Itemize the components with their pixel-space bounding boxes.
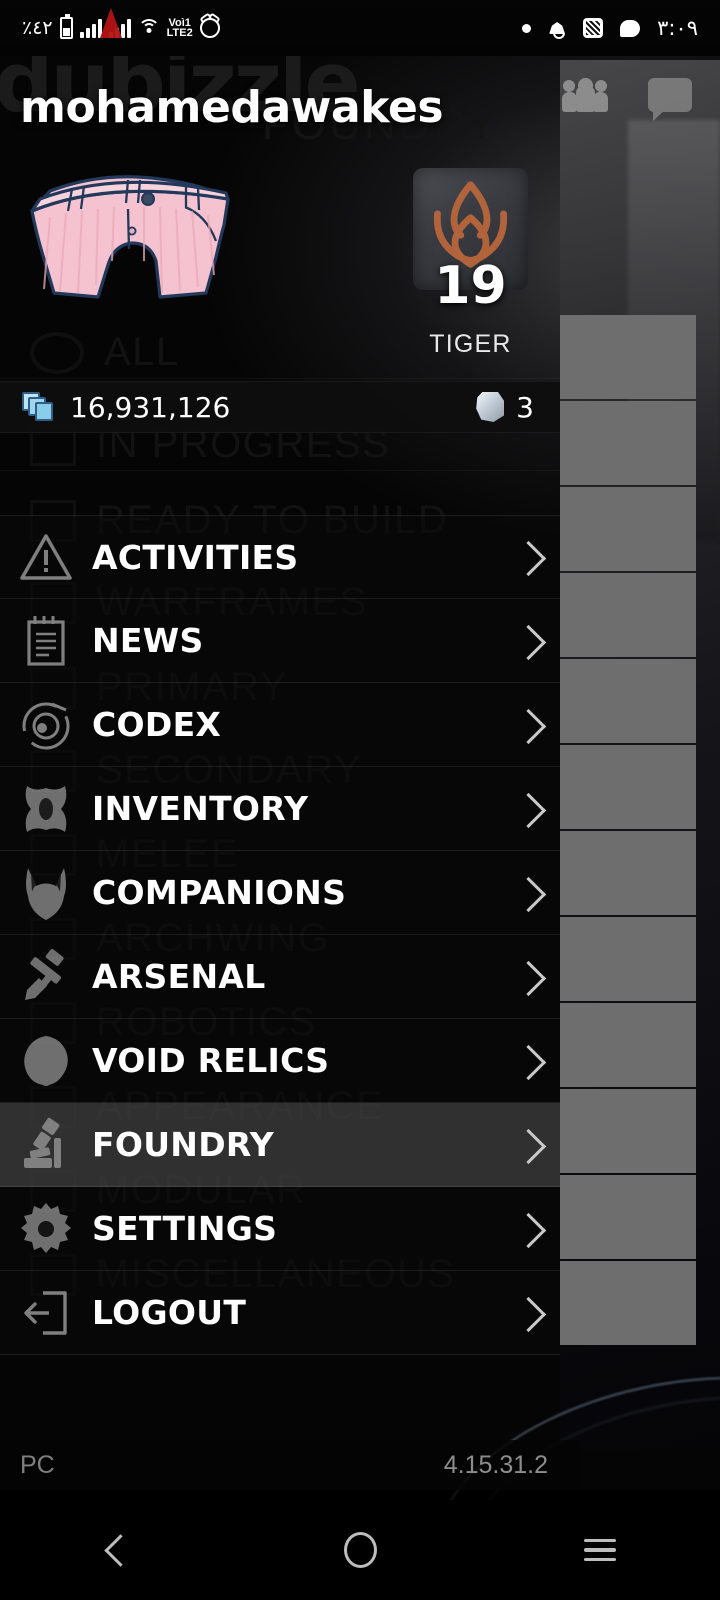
mastery-rank-title: TIGER [429,330,512,358]
chat-icon [620,19,641,37]
chevron-right-icon [516,873,538,913]
bg-category-all: ALL [30,330,180,375]
gear-icon [0,1201,92,1257]
credits-group[interactable]: 16,931,126 [0,391,230,424]
menu-item-label: LOGOUT [92,1293,247,1332]
squad-icon[interactable] [562,78,608,112]
menu-item-label: COMPANIONS [92,873,347,912]
menu-item-label: SETTINGS [92,1209,278,1248]
menu-item-label: ARSENAL [92,957,266,996]
battery-icon [59,14,73,39]
battery-percent-label: ٪٤٢ [22,17,53,39]
wifi-icon [137,19,160,37]
version-label: 4.15.31.2 [443,1450,548,1479]
chevron-right-icon [516,957,538,997]
volte-bottom-label: LTE2 [166,27,193,39]
status-bar-right: ٣:٠٩ [522,16,720,40]
status-bar: ٪٤٢ Voì1 LTE2 ٣:٠٩ [0,0,720,56]
chat-bubble-icon[interactable] [648,78,692,121]
skeleton-block [560,487,696,571]
menu-item-companions[interactable]: COMPANIONS [0,851,560,935]
chevron-right-icon [516,537,538,577]
menu-item-label: CODEX [92,705,222,744]
clock-label: ٣:٠٩ [657,16,698,40]
chevron-right-icon [516,621,538,661]
chevron-right-icon [516,1125,538,1165]
skeleton-block [560,745,696,829]
menu-item-inventory[interactable]: INVENTORY [0,767,560,851]
mastery-badge[interactable]: 19 TIGER [413,168,528,358]
menu-item-label: FOUNDRY [92,1125,275,1164]
signal-icon-2 [99,8,131,38]
menu-item-label: INVENTORY [92,789,309,828]
platinum-icon [476,392,505,422]
platinum-group[interactable]: 3 [476,391,560,424]
android-navigation-bar [0,1500,720,1600]
menu-item-void-relics[interactable]: VOID RELICS [0,1019,560,1103]
bg-divider [0,378,560,379]
skeleton-block [560,573,696,657]
skeleton-block [560,1089,696,1173]
menu-item-logout[interactable]: LOGOUT [0,1271,560,1355]
dot-icon [522,23,532,33]
menu-item-activities[interactable]: ACTIVITIES [0,515,560,599]
chevron-right-icon [516,1209,538,1249]
skeleton-block [560,831,696,915]
menu-item-codex[interactable]: CODEX [0,683,560,767]
credits-value: 16,931,126 [70,390,231,424]
chevron-right-icon [516,1293,538,1333]
inventory-icon [0,782,92,836]
drawer-footer: PC 4.15.31.2 [0,1440,580,1490]
credits-icon [22,392,56,422]
navigation-drawer: ACTIVITIES NEWS CODEX INVENTORY COMPANIO… [0,515,560,1355]
mastery-rank-number: 19 [434,256,507,316]
foundry-icon [0,1116,92,1174]
alarm-icon [199,18,220,38]
skeleton-block [560,1175,696,1259]
pink-shorts-sticker [30,175,230,299]
menu-item-foundry[interactable]: FOUNDRY [0,1103,560,1187]
loading-skeleton-panel [560,315,696,1347]
menu-item-label: VOID RELICS [92,1041,330,1080]
bell-icon [548,19,566,39]
platinum-value: 3 [516,390,534,424]
companion-head-icon [0,864,92,922]
menu-item-settings[interactable]: SETTINGS [0,1187,560,1271]
chevron-right-icon [516,789,538,829]
menu-item-label: NEWS [92,621,204,660]
alert-triangle-icon [0,532,92,582]
volte-icon: Voì1 LTE2 [166,18,193,39]
recents-icon[interactable] [540,1515,660,1585]
home-icon[interactable] [300,1515,420,1585]
menu-item-label: ACTIVITIES [92,537,299,577]
chevron-right-icon [516,705,538,745]
page-title: mohamedawakes [20,82,444,133]
chevron-right-icon [516,1041,538,1081]
skeleton-block [560,1261,696,1345]
currency-bar: 16,931,126 3 [0,381,560,433]
menu-item-news[interactable]: NEWS [0,599,560,683]
bg-divider [0,470,560,471]
codex-orbit-icon [0,698,92,752]
social-icons [562,78,692,121]
status-bar-left: ٪٤٢ Voì1 LTE2 [0,8,220,39]
skeleton-block [560,401,696,485]
signal-icon [79,18,102,38]
skeleton-block [560,659,696,743]
skeleton-block [560,1003,696,1087]
back-icon[interactable] [60,1515,180,1585]
skeleton-block [560,917,696,1001]
logout-icon [0,1287,92,1339]
void-relic-icon [0,1033,92,1089]
infinity-icon [30,331,84,374]
arsenal-rifle-icon [0,948,92,1006]
notepad-icon [0,614,92,668]
menu-item-arsenal[interactable]: ARSENAL [0,935,560,1019]
app-icon [583,18,604,38]
platform-label: PC [20,1450,55,1479]
